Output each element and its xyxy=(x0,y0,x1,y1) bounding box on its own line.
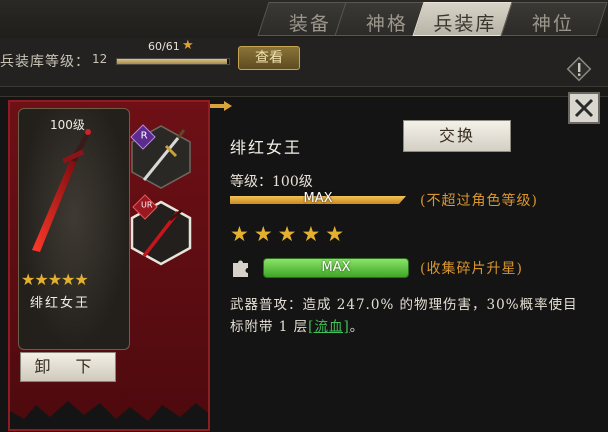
tab-god-seat[interactable]: 神位 xyxy=(500,2,608,36)
weapon-name: 绯红女王 xyxy=(230,138,303,157)
skill-description-text: 武器普攻：造成 247.0% 的物理伤害，30%概率使目标附带 1 层 xyxy=(230,297,578,335)
unequip-button[interactable]: 卸 下 xyxy=(20,352,116,382)
warning-icon[interactable] xyxy=(566,56,592,82)
bleed-status-link[interactable]: [流血] xyxy=(308,319,350,335)
fragment-note: (收集碎片升星) xyxy=(420,261,523,277)
fragment-progress-bar: MAX xyxy=(263,258,409,278)
top-tab-bar: 装备 神格 兵装库 神位 xyxy=(0,0,608,38)
armory-level-row: 兵装库等级： 12 60/61 ★ 查看 xyxy=(0,38,608,87)
star-icon: ★ xyxy=(182,38,194,53)
armory-progress-count: 60/61 xyxy=(148,40,180,53)
swap-button[interactable]: 交换 xyxy=(403,120,511,152)
armory-level-label: 兵装库等级： xyxy=(0,54,90,70)
armory-level-value: 12 xyxy=(92,52,108,66)
card-weapon-name: 绯红女王 xyxy=(30,296,91,311)
level-max-label: MAX xyxy=(303,191,333,206)
skill-description-end: 。 xyxy=(349,319,365,335)
tab-armory-label: 兵装库 xyxy=(433,13,497,35)
close-icon xyxy=(574,98,594,118)
weapon-level: 等级：100级 xyxy=(230,174,313,190)
banner-torn-edge xyxy=(10,401,208,429)
weapon-slot-1[interactable]: R xyxy=(130,124,192,190)
arrow-decoration-icon xyxy=(210,101,232,111)
puzzle-piece-icon xyxy=(233,260,248,277)
level-note: (不超过角色等级) xyxy=(420,193,538,209)
skill-description: 武器普攻：造成 247.0% 的物理伤害，30%概率使目标附带 1 层[流血]。 xyxy=(230,294,582,338)
close-button[interactable] xyxy=(568,92,600,124)
crimson-queen-sword-icon xyxy=(32,129,91,252)
weapon-slot-2[interactable]: UR xyxy=(130,194,192,266)
armory-progress-fill xyxy=(117,59,227,64)
card-stars: ★★★★★ xyxy=(21,270,89,289)
view-button[interactable]: 查看 xyxy=(238,46,300,70)
armory-progress-bar xyxy=(116,58,230,65)
tab-god-seat-label: 神位 xyxy=(531,13,574,35)
rarity-badge-r-label: R xyxy=(140,130,148,142)
rarity-badge-ur-label: UR xyxy=(141,200,153,210)
weapon-stars: ★★★★★ xyxy=(230,222,350,246)
